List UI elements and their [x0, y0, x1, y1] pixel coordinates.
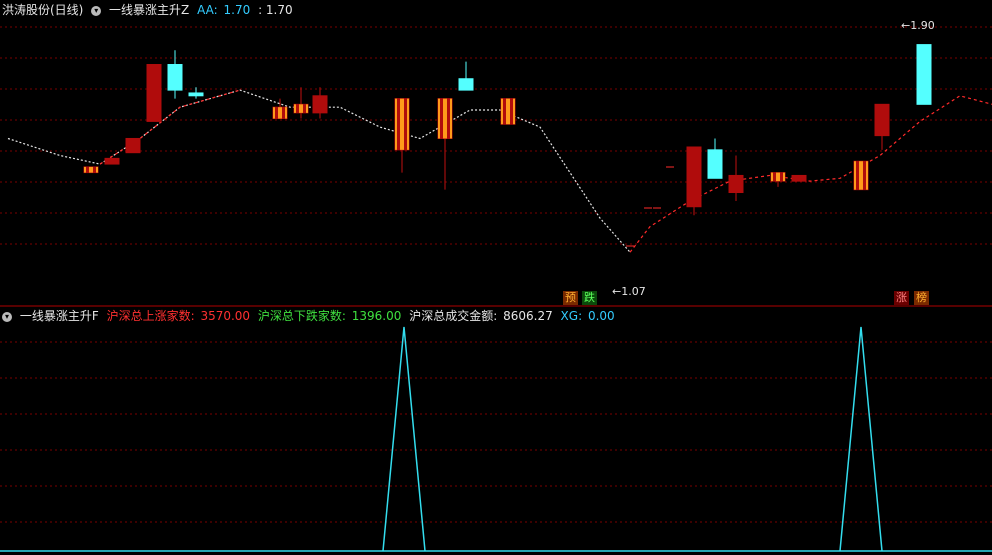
candle-stripe	[513, 98, 515, 125]
low-marker-value: 1.07	[621, 285, 646, 298]
high-marker: ←1.90	[901, 19, 935, 32]
candle-body	[167, 64, 183, 91]
candle-stripe	[501, 98, 503, 125]
candle-stripe	[866, 161, 868, 190]
candle-stripe	[273, 107, 275, 119]
candle-stripe	[854, 161, 856, 190]
candle-body	[146, 64, 162, 122]
low-marker: ←1.07	[612, 285, 646, 298]
high-marker-value: 1.90	[910, 19, 935, 32]
candle-stripe	[771, 172, 773, 182]
ma-line-red	[99, 89, 241, 165]
candle-stripe	[299, 104, 303, 113]
candle-stripe	[776, 172, 780, 182]
sub-signal-peak	[839, 326, 883, 552]
candle-body	[707, 149, 723, 179]
candle-body	[916, 44, 932, 105]
candle-stripe	[395, 98, 397, 150]
chart-canvas[interactable]	[0, 0, 992, 555]
badge-forecast[interactable]: 预	[563, 291, 578, 305]
ma-line-red	[629, 95, 992, 253]
ma-line-white	[7, 89, 631, 253]
candle-body	[188, 92, 204, 97]
candle-body	[458, 78, 474, 91]
candle-stripe	[443, 98, 447, 139]
candle-stripe	[84, 166, 86, 173]
candle-body	[312, 95, 328, 114]
candle-stripe	[407, 98, 409, 150]
candle-stripe	[450, 98, 452, 139]
candle-body	[728, 174, 744, 194]
candle-stripe	[306, 104, 308, 113]
badge-list[interactable]: 榜	[914, 291, 929, 305]
high-marker-arrow: ←	[901, 19, 911, 32]
sub-signal-peak	[382, 326, 426, 552]
candle-body	[791, 174, 807, 182]
candle-stripe	[294, 104, 296, 113]
candle-stripe	[506, 98, 510, 125]
candle-stripe	[859, 161, 863, 190]
candle-body	[104, 157, 120, 165]
candle-stripe	[783, 172, 785, 182]
candle-stripe	[438, 98, 440, 139]
candle-body	[874, 103, 890, 137]
badge-rise[interactable]: 涨	[894, 291, 909, 305]
candle-stripe	[285, 107, 287, 119]
candle-body	[125, 137, 141, 154]
candle-body	[686, 146, 702, 208]
badge-fall[interactable]: 跌	[582, 291, 597, 305]
candle-stripe	[278, 107, 282, 119]
candle-stripe	[400, 98, 404, 150]
candle-stripe	[89, 166, 93, 173]
candle-stripe	[96, 166, 98, 173]
